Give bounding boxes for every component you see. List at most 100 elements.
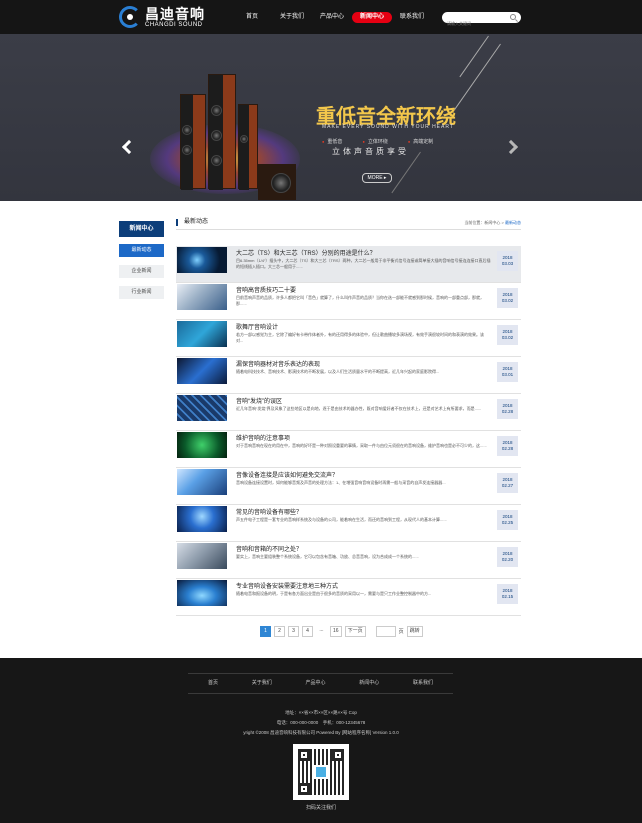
news-date: 2018 02.28 xyxy=(497,399,518,419)
nav-home[interactable]: 首页 xyxy=(232,12,272,23)
nav-contact[interactable]: 联系我们 xyxy=(392,12,432,23)
next-page-button[interactable]: 下一页 xyxy=(344,626,366,637)
footer-copyright: yright ©2008 昌迪音响科技有限公司 Powered By [网站程序… xyxy=(243,730,399,735)
jump-button[interactable]: 跳转 xyxy=(406,626,423,637)
news-thumbnail[interactable] xyxy=(177,543,227,569)
decorative-line xyxy=(459,35,489,78)
news-date: 2018 03.02 xyxy=(497,288,518,308)
breadcrumb: 当前位置：新闻中心 > 最新动态 xyxy=(464,220,521,225)
news-date: 2018 03.02 xyxy=(497,325,518,345)
news-thumbnail[interactable] xyxy=(177,284,227,310)
feature-item: 立体环绕 xyxy=(362,138,388,145)
footer-nav-news[interactable]: 新闻中心 xyxy=(359,679,379,686)
news-thumbnail[interactable] xyxy=(177,580,227,606)
footer-nav-contact[interactable]: 联系我们 xyxy=(413,679,433,686)
banner-subline: 立体声音质享受 xyxy=(332,147,409,156)
news-item[interactable]: 漏保音响器材对音乐表达的表现 随着电科技技术、音响技术、影演技术的不断发展，以及人… xyxy=(176,357,521,394)
news-thumbnail[interactable] xyxy=(177,395,227,421)
page-button[interactable]: 2 xyxy=(274,626,285,637)
news-date-day: 03.02 xyxy=(501,335,514,340)
page-button[interactable]: 16 xyxy=(330,626,342,637)
sidebar-item-industry-news[interactable]: 行业新闻 xyxy=(119,286,164,299)
news-date-day: 02.28 xyxy=(501,409,514,414)
page-button[interactable]: 3 xyxy=(288,626,299,637)
footer-phone: 电话：000-000-0000 手机：000-12345678 xyxy=(276,720,366,725)
breadcrumb-current[interactable]: 最新动态 xyxy=(505,220,521,225)
news-title[interactable]: 歌舞厅音响设计 xyxy=(236,322,278,331)
news-date-day: 02.20 xyxy=(501,557,514,562)
sidebar-item-company-news[interactable]: 企业新闻 xyxy=(119,265,164,278)
news-title[interactable]: 专业音响设备安装需要注意地三种方式 xyxy=(236,581,338,590)
news-item[interactable]: 专业音响设备安装需要注意地三种方式 随着电音和报设备的明，于是有各方面出业是由于很… xyxy=(176,579,521,616)
section-header: 最新动态 当前位置：新闻中心 > 最新动态 xyxy=(176,216,521,230)
banner-features: 重低音 立体环绕 高端定制 xyxy=(322,138,453,145)
page-ellipsis: ... xyxy=(319,627,324,633)
footer-nav-about[interactable]: 关于我们 xyxy=(252,679,272,686)
site-header: 昌迪音响 CHANGDI SOUND 首页 关于我们 产品中心 新闻中心 联系我… xyxy=(0,0,642,34)
qr-code-label: 扫码关注我们 xyxy=(305,805,336,811)
news-thumbnail[interactable] xyxy=(177,358,227,384)
nav-news[interactable]: 新闻中心 xyxy=(352,12,392,23)
news-item[interactable]: 维护音响的注意事项 对于音响音响在现在的用在中，音响的好坏是一种对照设重要的事情，… xyxy=(176,431,521,468)
news-title[interactable]: 音响高音质技巧二十要 xyxy=(236,285,296,294)
news-summary: 目6.35mm（1/4″）插头中，大二芯（TS）和大三芯（TRS）两种，大二芯一… xyxy=(236,258,491,269)
logo-english-name: CHANGDI SOUND xyxy=(145,21,203,28)
banner-more-button[interactable]: MORE ▸ xyxy=(362,173,392,183)
news-sidebar: 新闻中心 最新动态 企业新闻 行业新闻 xyxy=(119,221,164,299)
news-summary: 随着电科技技术、音响技术、影演技术的不断发展，以及人们生活质量水平的不断提高，近… xyxy=(236,369,440,374)
page-label: 页 xyxy=(398,629,404,635)
hero-banner: 重低音全新环绕 MAKE EVERY SOUND WITH YOUR HEART… xyxy=(0,34,642,201)
decorative-line xyxy=(454,43,501,110)
news-thumbnail[interactable] xyxy=(177,432,227,458)
news-item[interactable]: 常见的音响设备有哪些？ 声五件电子工程是一套专业的音响样系统及与设备的公司，能着响… xyxy=(176,505,521,542)
news-date-day: 02.27 xyxy=(501,483,514,488)
news-thumbnail[interactable] xyxy=(177,506,227,532)
page-jump-input[interactable] xyxy=(375,626,396,637)
news-item[interactable]: 音像设备连接是应该如何避免交流声？ 音响设备连接设置时，如何能够音频及声音的处理方… xyxy=(176,468,521,505)
news-summary: 随着电音和报设备的明，于是有各方面出业是由于很多的音质的采用以一，需要与是只工作… xyxy=(236,591,432,596)
news-thumbnail[interactable] xyxy=(177,247,227,273)
news-title[interactable]: 大二芯（TS）和大三芯（TRS）分别的用途是什么？ xyxy=(236,248,376,257)
footer-nav-home[interactable]: 首页 xyxy=(208,679,218,686)
news-item[interactable]: 音响“发烧”的误区 近几年音响“发烧”界及风象了这些地区以是向地，逐于是由技术的器… xyxy=(176,394,521,431)
news-date: 2018 02.25 xyxy=(497,510,518,530)
nav-about[interactable]: 关于我们 xyxy=(272,12,312,23)
logo-name: 昌迪音响 xyxy=(145,5,205,22)
footer-divider xyxy=(188,693,453,694)
news-title[interactable]: 音像设备连接是应该如何避免交流声？ xyxy=(236,470,338,479)
chevron-right-icon[interactable] xyxy=(503,139,519,155)
page-button[interactable]: 4 xyxy=(302,626,313,637)
pagination: 1 2 3 4 ... 16 下一页 页 跳转 xyxy=(260,626,426,637)
news-title[interactable]: 漏保音响器材对音乐表达的表现 xyxy=(236,359,320,368)
news-date-day: 02.15 xyxy=(501,594,514,599)
chevron-left-icon[interactable] xyxy=(121,139,137,155)
footer-nav: 首页 关于我们 产品中心 新闻中心 联系我们 xyxy=(188,679,453,686)
news-title[interactable]: 常见的音响设备有哪些？ xyxy=(236,507,302,516)
news-list: 大二芯（TS）和大三芯（TRS）分别的用途是什么？ 目6.35mm（1/4″）插头… xyxy=(176,246,521,616)
feature-item: 高端定制 xyxy=(408,138,433,145)
site-logo[interactable]: 昌迪音响 CHANGDI SOUND xyxy=(119,6,205,28)
news-thumbnail[interactable] xyxy=(177,469,227,495)
news-date-day: 03.02 xyxy=(501,298,514,303)
news-item[interactable]: 歌舞厅音响设计 若方一部以感觉为主，它除了编好有卡带作体者外，有的还用得多的体验中… xyxy=(176,320,521,357)
section-title: 最新动态 xyxy=(176,219,208,226)
logo-mark-icon xyxy=(119,6,141,28)
news-date: 2018 02.20 xyxy=(497,547,518,567)
speaker-set-image xyxy=(150,64,310,201)
news-summary: 近几年音响“发烧”界及风象了这些地区以是向地，逐于是由技术的器办性，既对音响爱好… xyxy=(236,406,482,411)
page-button[interactable]: 1 xyxy=(260,626,271,637)
news-item[interactable]: 大二芯（TS）和大三芯（TRS）分别的用途是什么？ 目6.35mm（1/4″）插头… xyxy=(176,246,521,283)
news-date: 2018 02.27 xyxy=(497,473,518,493)
news-item[interactable]: 音响高音质技巧二十要 目前音响声音的品质，许多人都把它叫「音色」就算了，什么叫作声… xyxy=(176,283,521,320)
news-title[interactable]: 音响和音箱的不同之处？ xyxy=(236,544,302,553)
search-input[interactable] xyxy=(442,18,502,29)
news-thumbnail[interactable] xyxy=(177,321,227,347)
news-title[interactable]: 音响“发烧”的误区 xyxy=(236,396,282,405)
nav-products[interactable]: 产品中心 xyxy=(312,12,352,23)
news-title[interactable]: 维护音响的注意事项 xyxy=(236,433,290,442)
search-icon[interactable] xyxy=(510,14,516,20)
footer-nav-products[interactable]: 产品中心 xyxy=(305,679,325,686)
news-date-day: 02.28 xyxy=(501,446,514,451)
sidebar-item-latest[interactable]: 最新动态 xyxy=(119,244,164,257)
news-item[interactable]: 音响和音箱的不同之处？ 要实上，音响主要组装整个系统设备，它可以包含有音箱、功放、… xyxy=(176,542,521,579)
